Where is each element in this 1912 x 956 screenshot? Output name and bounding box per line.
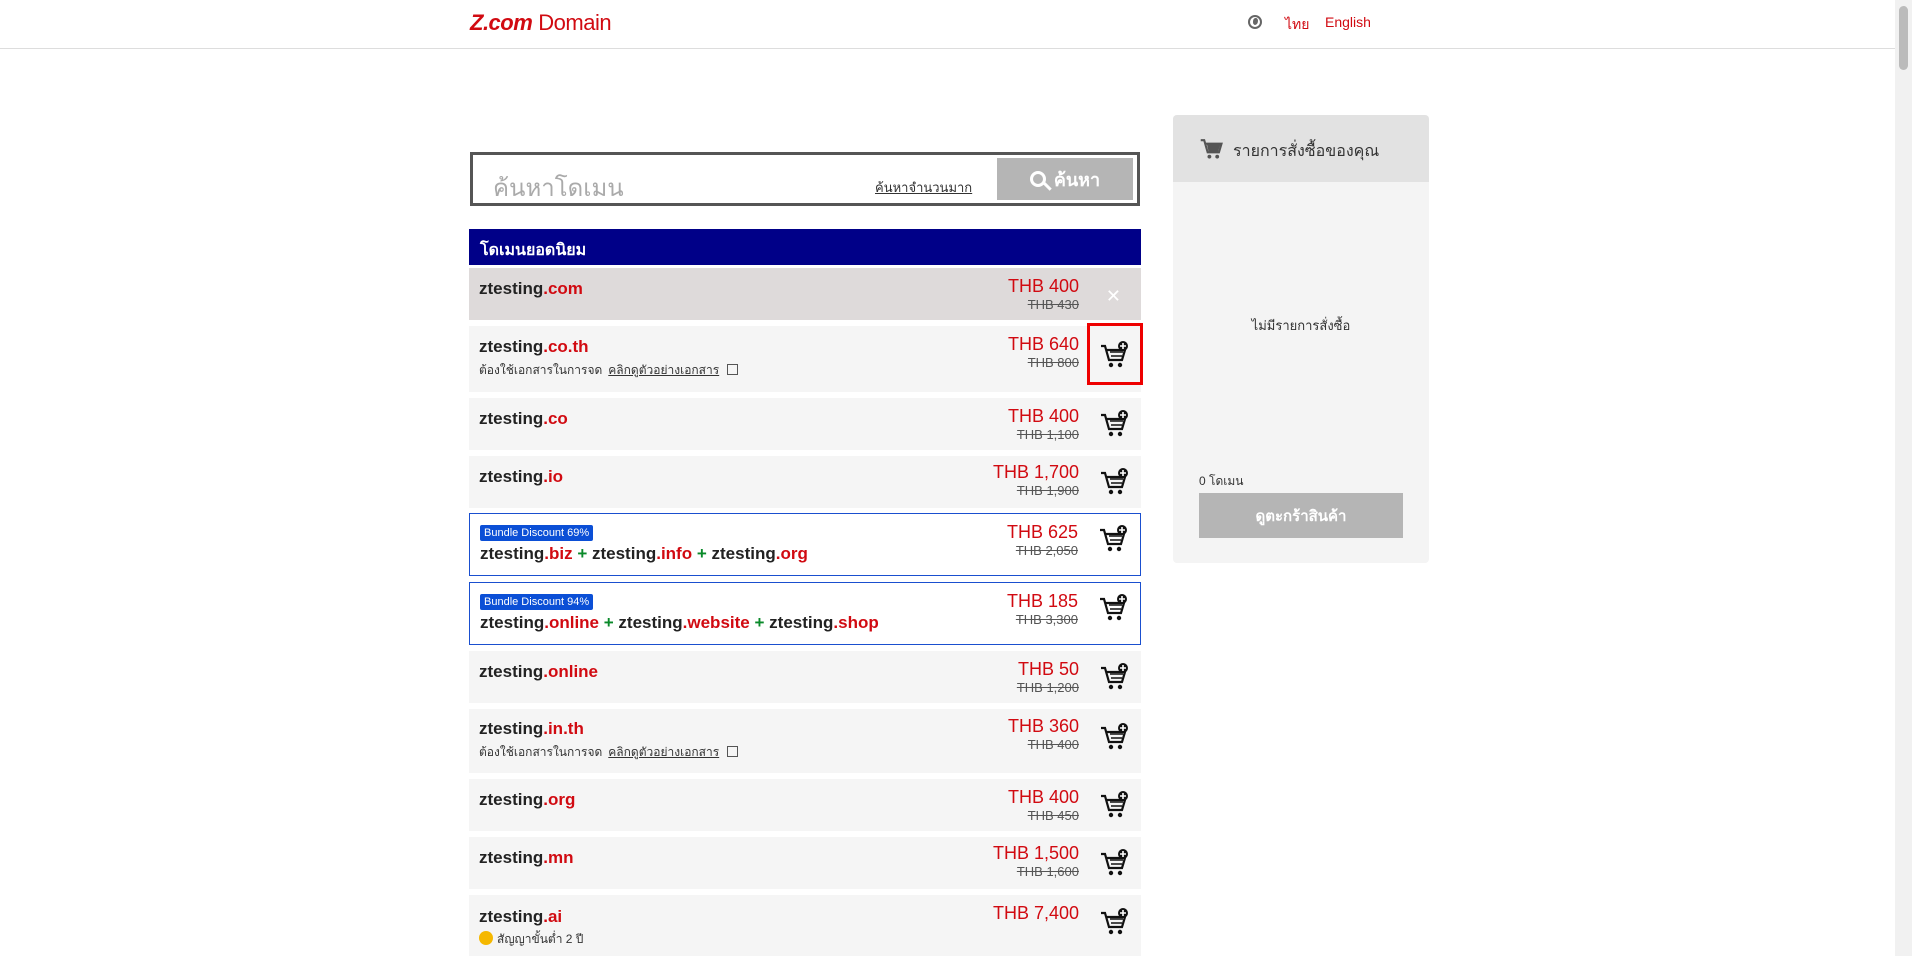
- add-to-cart-icon[interactable]: [1099, 662, 1129, 692]
- domain-old-price: THB 1,900: [1016, 483, 1079, 498]
- globe-icon: [1248, 15, 1262, 29]
- domain-name: ztesting.mn: [479, 848, 574, 867]
- view-cart-button[interactable]: ดูตะกร้าสินค้า: [1199, 493, 1403, 538]
- add-to-cart-icon[interactable]: [1099, 907, 1129, 937]
- bundle-old-price: THB 3,300: [1015, 612, 1078, 627]
- page-scrollbar[interactable]: [1895, 0, 1912, 956]
- domain-count: 0 โดเมน: [1199, 474, 1244, 488]
- domain-name: ztesting.in.th: [479, 719, 584, 738]
- domain-row-in-th: ztesting.in.th ต้องใช้เอกสารในการจด คลิกด…: [469, 709, 1141, 773]
- order-summary-header: รายการสั่งซื้อของคุณ: [1173, 115, 1429, 182]
- add-to-cart-icon[interactable]: [1099, 848, 1129, 878]
- domain-old-price: THB 1,200: [1016, 680, 1079, 695]
- popular-domains-heading: โดเมนยอดนิยม: [469, 229, 1141, 265]
- domain-row-online: ztesting.online THB 50 THB 1,200: [469, 651, 1141, 703]
- bundle-price: THB 185: [1006, 591, 1078, 611]
- domain-price: THB 360: [1007, 716, 1079, 736]
- external-link-icon: [727, 364, 739, 375]
- domain-old-price: THB 1,600: [1016, 864, 1079, 879]
- lang-english-link[interactable]: English: [1325, 14, 1371, 30]
- domain-row-io: ztesting.io THB 1,700 THB 1,900: [469, 456, 1141, 508]
- doc-example-link[interactable]: คลิกดูตัวอย่างเอกสาร: [608, 745, 719, 759]
- domain-name: ztesting.ai: [479, 907, 563, 926]
- order-summary-panel: รายการสั่งซื้อของคุณ ไม่มีรายการสั่งซื้อ…: [1173, 115, 1429, 563]
- domain-price: THB 1,500: [992, 843, 1079, 863]
- domain-old-price: THB 400: [1027, 737, 1079, 752]
- scrollbar-thumb[interactable]: [1899, 6, 1908, 70]
- domain-price: THB 400: [1007, 276, 1079, 296]
- add-to-cart-icon[interactable]: [1098, 593, 1128, 623]
- search-button[interactable]: ค้นหา: [997, 158, 1133, 200]
- bulk-search-link[interactable]: ค้นหาจำนวนมาก: [875, 177, 972, 198]
- domain-row-co-th: ztesting.co.th ต้องใช้เอกสารในการจด คลิกด…: [469, 326, 1141, 392]
- domain-name: ztesting.co: [479, 409, 568, 428]
- domain-old-price: THB 450: [1027, 808, 1079, 823]
- domain-price: THB 7,400: [992, 903, 1079, 923]
- star-badge-icon: [479, 931, 493, 945]
- domain-search-box: ค้นหาโดเมน ค้นหาจำนวนมาก ค้นหา: [470, 152, 1140, 206]
- domain-row-ai: ztesting.ai สัญญาขั้นต่ำ 2 ปี THB 7,400: [469, 895, 1141, 956]
- cart-icon: [1200, 139, 1223, 159]
- domain-name: ztesting.online: [479, 662, 599, 681]
- remove-icon[interactable]: ✕: [1106, 286, 1121, 307]
- bundle-domain-names: ztesting.online + ztesting.website + zte…: [480, 613, 879, 632]
- doc-required-note: ต้องใช้เอกสารในการจด คลิกดูตัวอย่างเอกสาร: [479, 743, 739, 762]
- domain-name: ztesting.io: [479, 467, 564, 486]
- domain-price: THB 50: [1017, 659, 1079, 679]
- domain-price: THB 400: [1007, 406, 1079, 426]
- external-link-icon: [727, 746, 739, 757]
- highlight-box: [1087, 323, 1143, 385]
- site-header: Z.com Domain ไทย English: [0, 0, 1895, 49]
- logo-suffix: Domain: [538, 10, 612, 35]
- zcom-domain-logo[interactable]: Z.com Domain: [470, 10, 612, 36]
- logo-brand: Z.com: [470, 10, 533, 35]
- search-icon: [1029, 171, 1046, 187]
- domain-row-co: ztesting.co THB 400 THB 1,100: [469, 398, 1141, 450]
- domain-old-price: THB 430: [1027, 297, 1079, 312]
- domain-row-mn: ztesting.mn THB 1,500 THB 1,600: [469, 837, 1141, 889]
- bundle-row-69: Bundle Discount 69% ztesting.biz + ztest…: [469, 513, 1141, 576]
- add-to-cart-icon[interactable]: [1098, 524, 1128, 554]
- bundle-price: THB 625: [1006, 522, 1078, 542]
- domain-row-com: ztesting.com THB 400 THB 430 ✕: [469, 268, 1141, 320]
- doc-example-link[interactable]: คลิกดูตัวอย่างเอกสาร: [608, 363, 719, 377]
- bundle-discount-badge: Bundle Discount 94%: [480, 594, 594, 610]
- order-summary-title: รายการสั่งซื้อของคุณ: [1233, 143, 1380, 160]
- domain-name: ztesting.com: [479, 279, 583, 298]
- doc-required-note: ต้องใช้เอกสารในการจด คลิกดูตัวอย่างเอกสาร: [479, 361, 739, 380]
- add-to-cart-icon[interactable]: [1099, 790, 1129, 820]
- search-button-label: ค้นหา: [1053, 169, 1101, 190]
- domain-name: ztesting.co.th: [479, 337, 589, 356]
- domain-price: THB 1,700: [992, 462, 1079, 482]
- domain-row-org: ztesting.org THB 400 THB 450: [469, 779, 1141, 831]
- domain-old-price: THB 800: [1027, 355, 1079, 370]
- lang-thai-link[interactable]: ไทย: [1285, 14, 1309, 36]
- bundle-discount-badge: Bundle Discount 69%: [480, 525, 594, 541]
- min-contract-note: สัญญาขั้นต่ำ 2 ปี: [479, 930, 583, 949]
- bundle-old-price: THB 2,050: [1015, 543, 1078, 558]
- add-to-cart-icon[interactable]: [1099, 467, 1129, 497]
- domain-price: THB 640: [1007, 334, 1079, 354]
- bundle-domain-names: ztesting.biz + ztesting.info + ztesting.…: [480, 544, 808, 563]
- search-input[interactable]: ค้นหาโดเมน: [493, 168, 624, 207]
- domain-old-price: THB 1,100: [1016, 427, 1079, 442]
- bundle-row-94: Bundle Discount 94% ztesting.online + zt…: [469, 582, 1141, 645]
- add-to-cart-icon[interactable]: [1099, 409, 1129, 439]
- domain-price: THB 400: [1007, 787, 1079, 807]
- empty-cart-message: ไม่มีรายการสั่งซื้อ: [1251, 318, 1351, 333]
- add-to-cart-icon[interactable]: [1099, 722, 1129, 752]
- domain-name: ztesting.org: [479, 790, 576, 809]
